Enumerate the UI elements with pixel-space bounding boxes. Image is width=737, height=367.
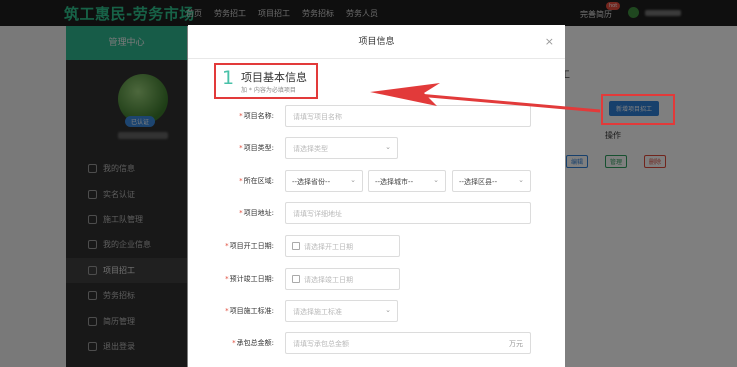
standard-label: *项目施工标准: xyxy=(225,306,274,316)
project-type-select[interactable]: 请选择类型 ⌄ xyxy=(285,137,398,159)
calendar-icon xyxy=(292,242,300,250)
required-mark: * xyxy=(239,144,243,152)
project-info-modal: 项目信息 × 1 项目基本信息 加 * 内容为必填项目 *项目名称: 请填写项目… xyxy=(188,25,565,367)
section-number: 1 xyxy=(222,67,235,89)
city-select[interactable]: --选择城市-- ⌄ xyxy=(368,170,446,192)
field-row-region: *所在区域: --选择省份-- ⌄ --选择城市-- ⌄ --选择区县-- ⌄ xyxy=(188,170,565,192)
district-select[interactable]: --选择区县-- ⌄ xyxy=(452,170,531,192)
label-text: 项目开工日期: xyxy=(229,242,274,250)
field-row-project-type: *项目类型: 请选择类型 ⌄ xyxy=(188,137,565,159)
required-mark: * xyxy=(225,242,229,250)
label-text: 预计竣工日期: xyxy=(229,275,274,283)
field-row-project-name: *项目名称: 请填写项目名称 xyxy=(188,105,565,127)
section-subtitle: 加 * 内容为必填项目 xyxy=(241,87,296,94)
required-mark: * xyxy=(239,209,243,217)
field-row-address: *项目地址: 请填写详细地址 xyxy=(188,202,565,224)
project-name-input[interactable]: 请填写项目名称 xyxy=(285,105,531,127)
modal-title: 项目信息 xyxy=(358,37,395,47)
section-title: 项目基本信息 xyxy=(241,71,307,84)
required-mark: * xyxy=(225,275,229,283)
chevron-down-icon: ⌄ xyxy=(385,306,391,314)
contract-amount-input[interactable]: 请填写承包总金额 万元 xyxy=(285,332,531,354)
end-date-picker[interactable]: 请选择竣工日期 xyxy=(285,268,400,290)
chevron-down-icon: ⌄ xyxy=(350,176,356,184)
amount-label: *承包总金额: xyxy=(232,338,274,348)
required-mark: * xyxy=(239,177,243,185)
label-text: 项目地址: xyxy=(243,209,274,217)
region-label: *所在区域: xyxy=(239,176,274,186)
amount-unit: 万元 xyxy=(509,340,523,348)
add-button-highlight xyxy=(601,94,675,125)
field-row-standard: *项目施工标准: 请选择施工标准 ⌄ xyxy=(188,300,565,322)
label-text: 项目类型: xyxy=(243,144,274,152)
selected-value: --选择区县-- xyxy=(459,178,498,186)
required-mark: * xyxy=(232,339,236,347)
selected-value: --选择城市-- xyxy=(375,178,414,186)
placeholder: 请选择竣工日期 xyxy=(304,276,353,284)
placeholder: 请填写承包总金额 xyxy=(293,340,349,348)
modal-header: 项目信息 × xyxy=(188,25,565,59)
required-mark: * xyxy=(239,112,243,120)
placeholder: 请选择类型 xyxy=(293,145,328,153)
standard-select[interactable]: 请选择施工标准 ⌄ xyxy=(285,300,398,322)
section-header-highlight: 1 项目基本信息 加 * 内容为必填项目 xyxy=(214,63,318,99)
placeholder: 请选择施工标准 xyxy=(293,308,342,316)
chevron-down-icon: ⌄ xyxy=(385,143,391,151)
field-row-start-date: *项目开工日期: 请选择开工日期 xyxy=(188,235,565,257)
placeholder: 请填写详细地址 xyxy=(293,210,342,218)
label-text: 承包总金额: xyxy=(236,339,274,347)
label-text: 所在区域: xyxy=(243,177,274,185)
calendar-icon xyxy=(292,275,300,283)
required-mark: * xyxy=(225,307,229,315)
label-text: 项目名称: xyxy=(243,112,274,120)
field-row-end-date: *预计竣工日期: 请选择竣工日期 xyxy=(188,268,565,290)
start-date-picker[interactable]: 请选择开工日期 xyxy=(285,235,400,257)
start-date-label: *项目开工日期: xyxy=(225,241,274,251)
address-label: *项目地址: xyxy=(239,208,274,218)
chevron-down-icon: ⌄ xyxy=(433,176,439,184)
project-type-label: *项目类型: xyxy=(239,143,274,153)
placeholder: 请选择开工日期 xyxy=(304,243,353,251)
field-row-amount: *承包总金额: 请填写承包总金额 万元 xyxy=(188,332,565,354)
placeholder: 请填写项目名称 xyxy=(293,113,342,121)
chevron-down-icon: ⌄ xyxy=(518,176,524,184)
close-icon[interactable]: × xyxy=(545,25,554,59)
label-text: 项目施工标准: xyxy=(229,307,274,315)
project-name-label: *项目名称: xyxy=(239,111,274,121)
address-input[interactable]: 请填写详细地址 xyxy=(285,202,531,224)
selected-value: --选择省份-- xyxy=(292,178,331,186)
end-date-label: *预计竣工日期: xyxy=(225,274,274,284)
province-select[interactable]: --选择省份-- ⌄ xyxy=(285,170,363,192)
